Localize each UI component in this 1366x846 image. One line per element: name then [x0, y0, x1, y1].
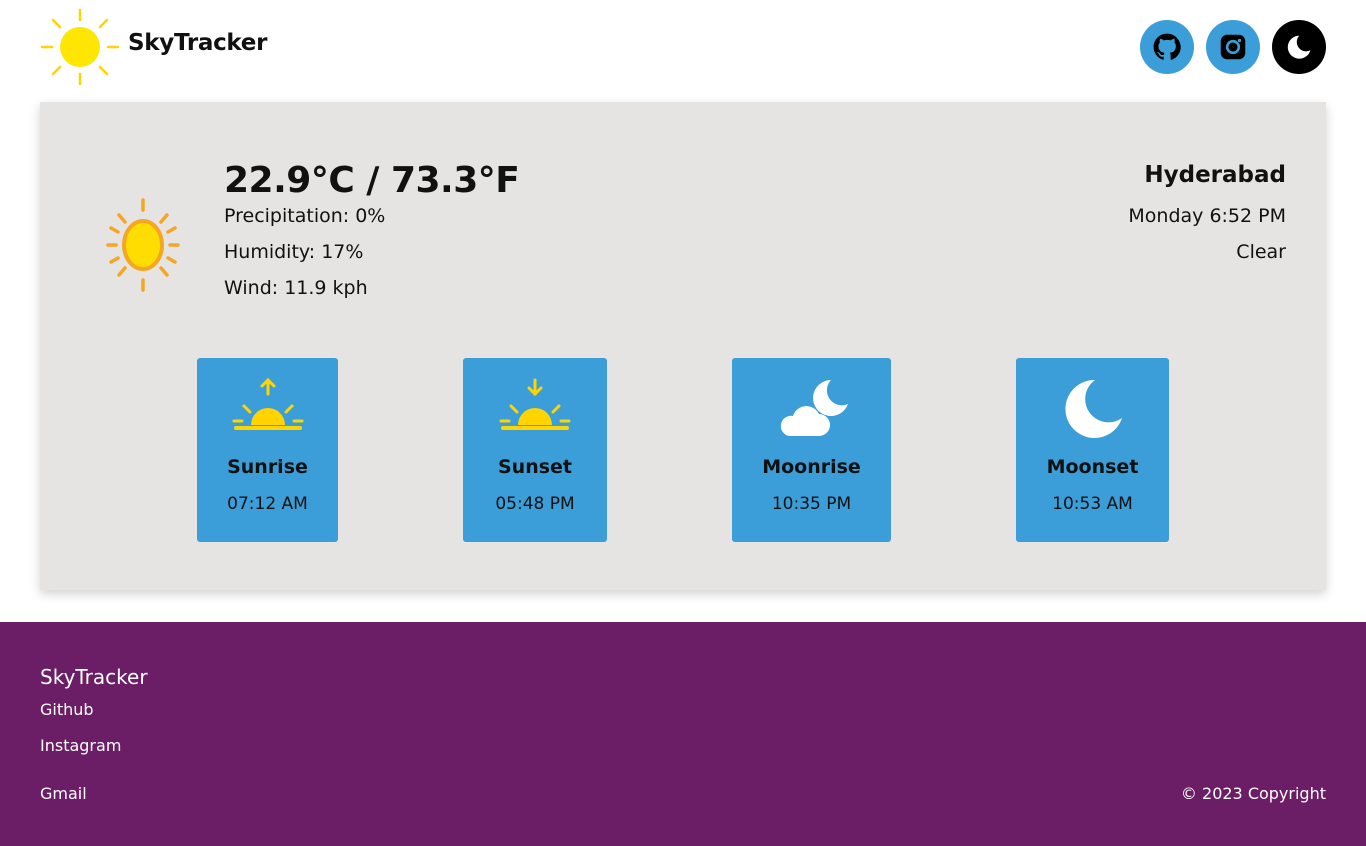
theme-toggle-button[interactable]: [1272, 20, 1326, 74]
sunset-label: Sunset: [497, 456, 572, 478]
moonrise-card: Moonrise 10:35 PM: [732, 358, 891, 542]
sunrise-time: 07:12 AM: [227, 494, 308, 514]
wind: Wind: 11.9 kph: [224, 277, 368, 299]
sun-icon: [40, 8, 120, 86]
precipitation: Precipitation: 0%: [224, 205, 386, 227]
sunset-time: 05:48 PM: [495, 494, 575, 514]
date-time: Monday 6:52 PM: [1128, 205, 1286, 227]
moon-icon: [1287, 35, 1311, 59]
github-icon: [1153, 33, 1181, 60]
moonrise-time: 10:35 PM: [771, 494, 852, 514]
footer: SkyTracker Github Instagram Gmail © 2023…: [0, 622, 1366, 846]
moonset-time: 10:53 AM: [1052, 494, 1133, 514]
brand-title[interactable]: SkyTracker: [128, 30, 267, 56]
footer-title: SkyTracker: [40, 665, 148, 689]
sunrise-card: Sunrise 07:12 AM: [197, 358, 338, 542]
temperature: 22.9°C / 73.3°F: [224, 160, 520, 201]
cloud-moon-icon: [780, 380, 848, 436]
moonrise-label: Moonrise: [762, 456, 861, 478]
sunrise-label: Sunrise: [227, 456, 308, 478]
footer-link-gmail[interactable]: Gmail: [40, 784, 87, 803]
github-button[interactable]: [1140, 20, 1194, 74]
city-name: Hyderabad: [1144, 162, 1286, 188]
instagram-icon: [1220, 34, 1246, 60]
weather-condition: Clear: [1236, 241, 1286, 263]
top-bar: SkyTracker: [0, 0, 1366, 94]
moonset-card: Moonset 10:53 AM: [1016, 358, 1169, 542]
instagram-button[interactable]: [1206, 20, 1260, 74]
sunrise-icon: [232, 378, 303, 430]
copyright: © 2023 Copyright: [1180, 784, 1326, 803]
footer-link-instagram[interactable]: Instagram: [40, 736, 121, 755]
sunset-card: Sunset 05:48 PM: [463, 358, 607, 542]
moon-icon: [1064, 379, 1122, 438]
humidity: Humidity: 17%: [224, 241, 364, 263]
footer-link-github[interactable]: Github: [40, 700, 94, 719]
sunset-icon: [499, 378, 571, 430]
weather-card: 22.9°C / 73.3°F Precipitation: 0% Humidi…: [40, 102, 1326, 590]
sun-icon: [106, 198, 180, 292]
moonset-label: Moonset: [1046, 456, 1139, 478]
